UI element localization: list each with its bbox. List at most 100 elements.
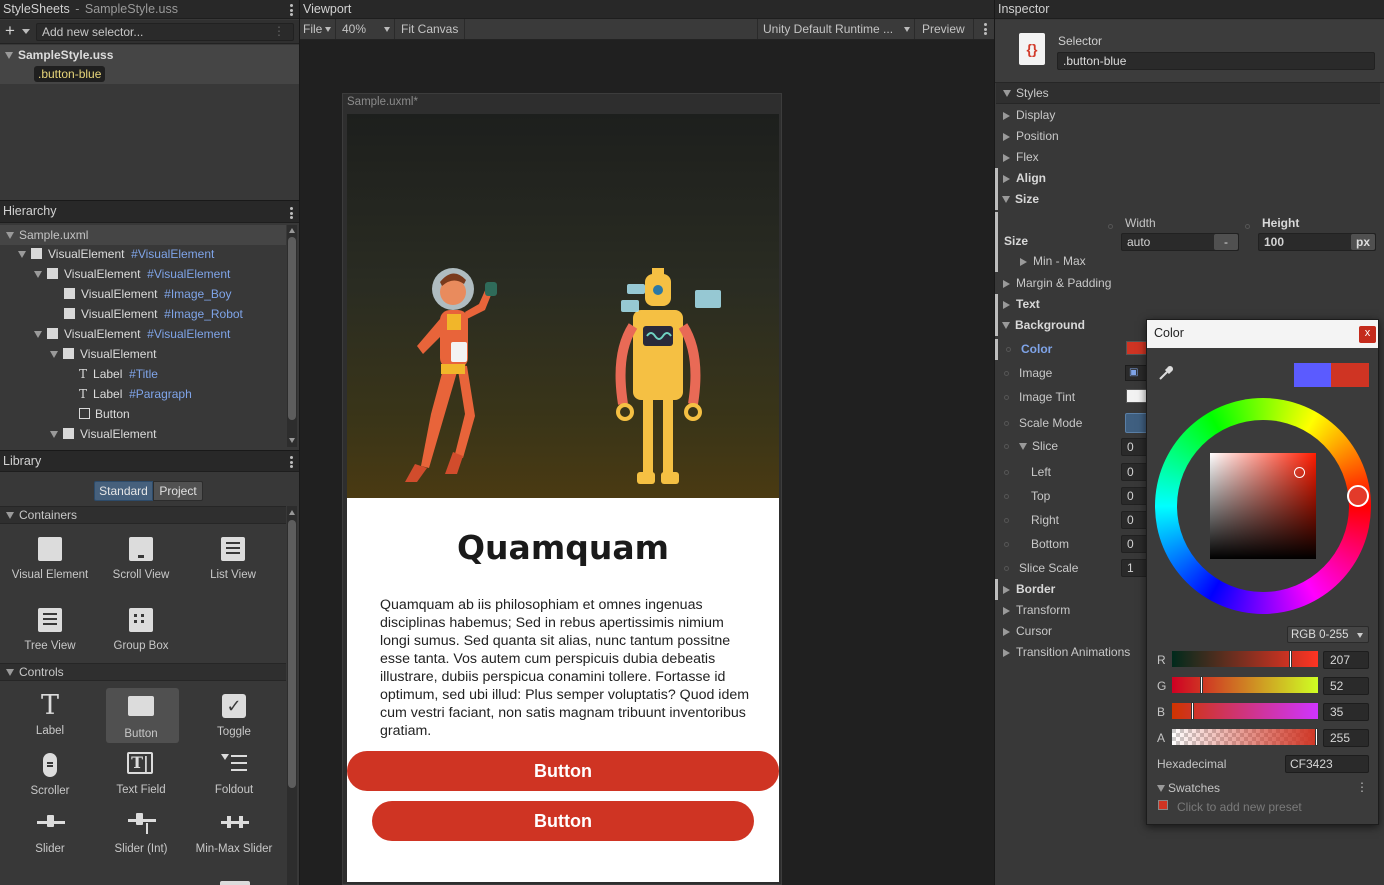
swatches-foldout[interactable]: Swatches [1157,781,1220,795]
expand-arrow-icon[interactable] [1003,90,1011,98]
expand-arrow-icon[interactable] [5,52,13,60]
selector-input[interactable]: .button-blue [1057,52,1375,70]
hue-handle[interactable] [1347,485,1369,507]
zoom-dropdown[interactable]: 40% [338,19,395,39]
containers-section-header[interactable]: Containers [0,506,286,524]
hierarchy-item[interactable]: T Label #Title [79,364,158,384]
style-category-size[interactable]: Size [995,189,1379,210]
a-input[interactable]: 255 [1323,729,1369,747]
previous-color-swatch[interactable] [1294,363,1331,387]
selector-pill[interactable]: .button-blue [34,66,106,82]
hierarchy-item[interactable]: VisualElement #Image_Robot [64,304,243,324]
collapse-arrow-icon[interactable] [1003,153,1010,162]
b-slider[interactable] [1172,702,1318,720]
library-item-text-field[interactable]: T| Text Field [98,752,184,797]
saturation-value-square[interactable] [1210,453,1316,559]
library-item-visual-element[interactable]: Visual Element [7,536,93,582]
hierarchy-root-row[interactable]: Sample.uxml [0,225,286,245]
b-slider-thumb[interactable] [1191,702,1195,720]
collapse-arrow-icon[interactable] [1003,627,1010,636]
hierarchy-scrollbar[interactable] [287,225,297,447]
theme-dropdown[interactable]: Unity Default Runtime ... [757,19,915,39]
kebab-menu-icon[interactable] [290,4,293,16]
library-item-button[interactable]: Button [98,693,184,741]
expand-arrow-icon[interactable] [18,251,26,259]
library-item-scroller[interactable]: Scroller [7,752,93,798]
b-input[interactable]: 35 [1323,703,1369,721]
collapse-arrow-icon[interactable] [1003,279,1010,288]
a-slider-thumb[interactable] [1315,728,1318,746]
r-slider-thumb[interactable] [1289,650,1293,668]
style-category-display[interactable]: Display [996,105,1380,126]
height-unit-button[interactable]: px [1351,234,1375,250]
scroll-down-arrow-icon[interactable] [289,438,295,443]
kebab-menu-icon[interactable] [290,207,293,219]
expand-arrow-icon[interactable] [1019,443,1027,451]
add-selector-input[interactable]: Add new selector... ⋮ [36,23,294,41]
expand-arrow-icon[interactable] [50,351,58,359]
library-item-tree-view[interactable]: Tree View [7,607,93,653]
collapse-arrow-icon[interactable] [1003,132,1010,141]
library-scrollbar[interactable] [287,506,297,885]
library-tab-project[interactable]: Project [153,481,203,501]
hierarchy-item[interactable]: T Label #Paragraph [79,384,192,404]
g-slider-thumb[interactable] [1200,676,1204,694]
sv-handle[interactable] [1294,467,1305,478]
width-unit-button[interactable]: - [1214,234,1238,250]
library-item-slider-int[interactable]: Slider (Int) [98,811,184,856]
min-max-foldout[interactable]: Min - Max [996,251,1380,272]
hierarchy-item[interactable]: VisualElement #VisualElement [34,324,230,344]
kebab-menu-icon[interactable] [290,456,293,468]
hierarchy-item[interactable]: VisualElement #VisualElement [34,264,230,284]
library-tab-standard[interactable]: Standard [94,481,153,501]
scroll-up-arrow-icon[interactable] [289,510,295,515]
scrollbar-thumb[interactable] [288,520,296,788]
collapse-arrow-icon[interactable] [1020,257,1027,266]
library-item-label[interactable]: T Label [7,692,93,738]
stylesheet-row[interactable]: SampleStyle.uss [0,45,299,65]
scroll-up-arrow-icon[interactable] [289,228,295,233]
library-item-slider[interactable]: Slider [7,811,93,856]
style-category-text[interactable]: Text [995,294,1379,315]
hierarchy-item[interactable]: VisualElement [50,344,157,364]
dropdown-arrow-icon[interactable] [22,29,30,34]
expand-arrow-icon[interactable] [34,331,42,339]
collapse-arrow-icon[interactable] [1003,606,1010,615]
library-item-foldout[interactable]: Foldout [191,752,277,797]
hex-input[interactable]: CF3423 [1285,755,1369,773]
styles-header[interactable]: Styles [996,83,1380,104]
expand-arrow-icon[interactable] [6,512,14,520]
swatches-menu-icon[interactable]: ⋮ [1356,780,1368,794]
color-mode-dropdown[interactable]: RGB 0-255 [1287,626,1369,643]
library-item-list-view[interactable]: List View [190,536,276,582]
expand-arrow-icon[interactable] [34,271,42,279]
content-button-2[interactable]: Button [372,801,754,841]
expand-arrow-icon[interactable] [1157,785,1165,793]
style-category-position[interactable]: Position [996,126,1380,147]
fit-canvas-button[interactable]: Fit Canvas [397,19,465,39]
r-slider[interactable] [1172,650,1318,668]
content-button-1[interactable]: Button [347,751,779,791]
add-preset-hint[interactable]: Click to add new preset [1177,800,1302,814]
r-input[interactable]: 207 [1323,651,1369,669]
hierarchy-item[interactable]: VisualElement [50,424,157,444]
controls-section-header[interactable]: Controls [0,663,286,681]
style-category-margin-padding[interactable]: Margin & Padding [996,273,1380,294]
library-item-min-max-slider[interactable]: Min-Max Slider [191,811,277,856]
library-item-toggle[interactable]: ✓ Toggle [191,693,277,739]
g-slider[interactable] [1172,676,1318,694]
expand-arrow-icon[interactable] [1002,196,1010,204]
preview-button[interactable]: Preview [916,19,974,39]
collapse-arrow-icon[interactable] [1003,585,1010,594]
collapse-arrow-icon[interactable] [1003,300,1010,309]
file-menu[interactable]: File [300,19,336,39]
g-input[interactable]: 52 [1323,677,1369,695]
collapse-arrow-icon[interactable] [1003,174,1010,183]
kebab-menu-icon[interactable] [984,23,987,35]
close-button[interactable]: x [1359,326,1376,343]
expand-arrow-icon[interactable] [50,431,58,439]
expand-arrow-icon[interactable] [1002,322,1010,330]
collapse-arrow-icon[interactable] [1003,111,1010,120]
style-category-flex[interactable]: Flex [996,147,1380,168]
a-slider[interactable] [1172,728,1318,746]
